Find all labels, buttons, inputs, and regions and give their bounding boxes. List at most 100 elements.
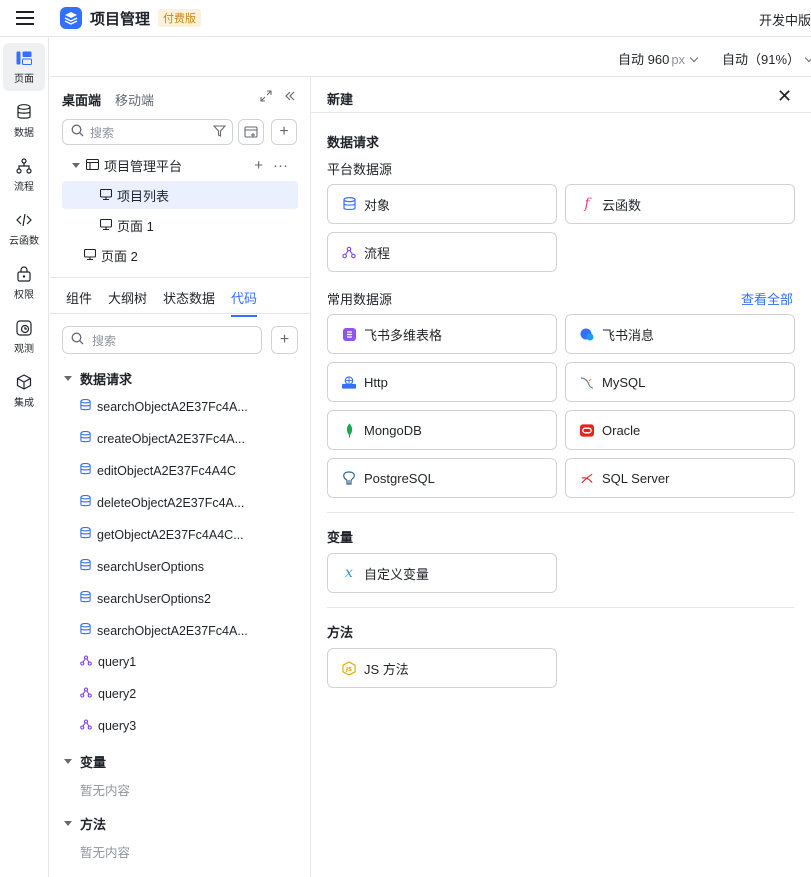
database-icon xyxy=(80,430,91,446)
tree-item-platform[interactable]: 项目管理平台 + ··· xyxy=(62,151,298,179)
methods-empty: 暂无内容 xyxy=(80,846,131,860)
page-search-input[interactable]: 搜索 xyxy=(62,119,233,145)
lock-icon xyxy=(15,265,33,283)
rail-label: 数据 xyxy=(14,128,34,139)
page-icon xyxy=(15,49,33,67)
tab-outline[interactable]: 大纲树 xyxy=(108,288,147,307)
code-item-label: getObjectA2E37Fc4A4C... xyxy=(97,527,244,542)
tree-item-page-2[interactable]: 页面 2 xyxy=(62,241,298,269)
paid-badge: 付费版 xyxy=(158,9,202,27)
monitor-icon xyxy=(83,248,97,263)
database-icon xyxy=(80,494,91,510)
rail-item-flow[interactable]: 流程 xyxy=(3,151,45,199)
database-icon xyxy=(80,590,91,606)
variables-empty: 暂无内容 xyxy=(80,784,131,798)
tab-state-data[interactable]: 状态数据 xyxy=(163,288,215,307)
rail-item-integration[interactable]: 集成 xyxy=(3,367,45,415)
code-item[interactable]: searchObjectA2E37Fc4A... xyxy=(80,622,248,638)
code-item[interactable]: getObjectA2E37Fc4A4C... xyxy=(80,526,244,542)
tree-item-project-list[interactable]: 项目列表 xyxy=(62,181,298,209)
feishu-message-icon xyxy=(580,327,594,341)
database-icon xyxy=(80,462,91,478)
tab-code[interactable]: 代码 xyxy=(231,288,258,317)
source-mongodb-button[interactable]: MongoDB xyxy=(327,410,557,450)
section-variables[interactable]: 变量 xyxy=(64,752,106,771)
code-item[interactable]: query3 xyxy=(80,719,136,733)
chevron-down-icon xyxy=(689,53,699,63)
plus-icon: + xyxy=(279,331,290,348)
code-item[interactable]: searchUserOptions2 xyxy=(80,590,211,606)
canvas-width-select[interactable]: 自动 960 px xyxy=(618,49,699,68)
section-title-request: 数据请求 xyxy=(327,135,380,150)
tab-mobile[interactable]: 移动端 xyxy=(115,90,154,109)
js-icon: JS xyxy=(342,660,356,676)
code-search-input[interactable]: 搜索 xyxy=(62,326,262,354)
source-http-button[interactable]: Http xyxy=(327,362,557,402)
add-page-template-button[interactable] xyxy=(238,119,264,145)
rail-item-permission[interactable]: 权限 xyxy=(3,259,45,307)
code-item-label: query3 xyxy=(98,719,137,733)
tab-components[interactable]: 组件 xyxy=(66,288,92,307)
code-item-label: searchUserOptions xyxy=(97,559,204,574)
tab-desktop[interactable]: 桌面端 xyxy=(62,90,101,109)
top-bar: 项目管理 付费版 开发中版 xyxy=(0,0,811,37)
panel-tabs: 组件 大纲树 状态数据 代码 xyxy=(66,288,258,317)
section-requests[interactable]: 数据请求 xyxy=(64,369,132,388)
flow-icon xyxy=(80,719,92,733)
source-postgresql-button[interactable]: PostgreSQL xyxy=(327,458,557,498)
svg-text:JS: JS xyxy=(345,666,352,672)
rail-label: 权限 xyxy=(14,290,34,301)
caret-down-icon xyxy=(64,759,72,764)
divider xyxy=(50,277,310,278)
code-item[interactable]: query2 xyxy=(80,687,136,701)
left-rail: 页面 数据 流程 云函数 权限 观测 集成 xyxy=(0,37,49,877)
section-title-variable: 变量 xyxy=(327,530,354,545)
integration-icon xyxy=(15,373,33,391)
new-panel: 新建 ✕ 数据请求 平台数据源 对象 f 云函数 流程 常用数据源 查看全部 飞… xyxy=(311,78,811,877)
filter-icon[interactable] xyxy=(212,124,227,140)
code-item-label: editObjectA2E37Fc4A4C xyxy=(97,463,236,478)
source-oracle-button[interactable]: Oracle xyxy=(565,410,795,450)
postgresql-icon xyxy=(342,471,356,485)
source-cloud-function-button[interactable]: f 云函数 xyxy=(565,184,795,224)
more-icon[interactable]: ··· xyxy=(273,157,288,174)
code-item[interactable]: searchObjectA2E37Fc4A... xyxy=(80,398,248,414)
rail-item-data[interactable]: 数据 xyxy=(3,97,45,145)
zoom-select[interactable]: 自动（91%） xyxy=(722,49,811,68)
source-object-button[interactable]: 对象 xyxy=(327,184,557,224)
code-item[interactable]: searchUserOptions xyxy=(80,558,204,574)
source-mysql-button[interactable]: MySQL xyxy=(565,362,795,402)
tree-label: 页面 1 xyxy=(117,218,154,234)
source-flow-button[interactable]: 流程 xyxy=(327,232,557,272)
code-item[interactable]: editObjectA2E37Fc4A4C xyxy=(80,462,236,478)
rail-item-observe[interactable]: 观测 xyxy=(3,313,45,361)
source-sql-server-button[interactable]: SQL Server xyxy=(565,458,795,498)
tree-item-page-1[interactable]: 页面 1 xyxy=(62,211,298,239)
rail-item-cloud-function[interactable]: 云函数 xyxy=(3,205,45,253)
section-methods[interactable]: 方法 xyxy=(64,814,106,833)
database-icon xyxy=(80,526,91,542)
custom-variable-button[interactable]: x 自定义变量 xyxy=(327,553,557,593)
mongodb-leaf-icon xyxy=(342,423,356,437)
js-method-button[interactable]: JS JS 方法 xyxy=(327,648,557,688)
code-item-label: createObjectA2E37Fc4A... xyxy=(97,431,245,446)
menu-icon[interactable] xyxy=(0,0,50,37)
add-page-button[interactable]: + xyxy=(271,119,297,145)
database-icon xyxy=(80,622,91,638)
close-icon[interactable]: ✕ xyxy=(777,87,792,105)
plus-icon[interactable]: + xyxy=(254,157,263,174)
function-icon: f xyxy=(584,196,590,212)
mysql-icon xyxy=(580,375,594,389)
rail-item-page[interactable]: 页面 xyxy=(3,43,45,91)
code-item[interactable]: createObjectA2E37Fc4A... xyxy=(80,430,245,446)
dev-mode-label[interactable]: 开发中版 xyxy=(759,10,811,29)
source-feishu-message-button[interactable]: 飞书消息 xyxy=(565,314,795,354)
code-item[interactable]: deleteObjectA2E37Fc4A... xyxy=(80,494,244,510)
view-all-link[interactable]: 查看全部 xyxy=(741,289,793,308)
collapse-panel-icon[interactable] xyxy=(284,90,296,105)
add-code-button[interactable]: + xyxy=(271,326,298,354)
expand-icon[interactable] xyxy=(260,90,272,105)
source-feishu-bitable-button[interactable]: 飞书多维表格 xyxy=(327,314,557,354)
code-item-label: query1 xyxy=(98,655,137,669)
code-item[interactable]: query1 xyxy=(80,655,136,669)
